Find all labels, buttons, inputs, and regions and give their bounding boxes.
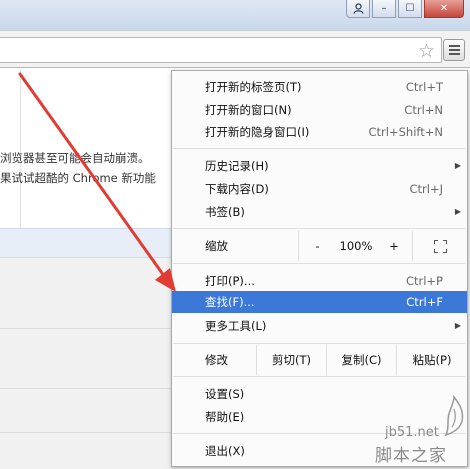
zoom-out-button[interactable]: -	[298, 231, 336, 261]
fullscreen-button[interactable]	[412, 231, 467, 261]
copy-label: 复制(C)	[341, 353, 382, 367]
page-gray-area	[0, 258, 175, 469]
menu-separator	[173, 263, 466, 264]
menu-item-new-window[interactable]: 打开新的窗口(N) Ctrl+N	[172, 99, 467, 121]
menu-item-new-tab[interactable]: 打开新的标签页(T) Ctrl+T	[172, 76, 467, 98]
minimize-icon: –	[381, 3, 387, 14]
menu-item-downloads[interactable]: 下载内容(D) Ctrl+J	[172, 178, 467, 200]
watermark-name: 脚本之家	[375, 446, 447, 466]
page-text-line: 浏览器甚至可能会自动崩溃。	[0, 151, 150, 165]
copy-button[interactable]: 复制(C)	[326, 345, 396, 375]
paste-button[interactable]: 粘贴(P)	[396, 345, 467, 375]
chrome-menu-button[interactable]	[443, 39, 465, 61]
zoom-label: 缩放	[205, 239, 228, 253]
edit-label: 修改	[205, 353, 228, 367]
submenu-arrow-icon: ▶	[454, 321, 461, 330]
maximize-icon: ☐	[405, 3, 415, 14]
paste-label: 粘贴(P)	[412, 353, 452, 367]
submenu-arrow-icon: ▶	[454, 161, 461, 170]
window-title-bar: – ☐ ✕	[0, 0, 470, 30]
menu-separator	[173, 376, 466, 377]
minimize-button[interactable]: –	[372, 0, 396, 18]
address-bar[interactable]: ☆	[0, 37, 442, 63]
menu-item-settings[interactable]: 设置(S)	[172, 383, 467, 405]
page-body-text: 浏览器甚至可能会自动崩溃。 果试试超酷的 Chrome 新功能	[0, 148, 175, 188]
menu-item-history[interactable]: 历史记录(H) ▶	[172, 155, 467, 177]
zoom-row: 缩放 - 100% +	[172, 231, 467, 261]
maximize-button[interactable]: ☐	[398, 0, 422, 18]
window-controls: – ☐ ✕	[344, 0, 464, 18]
zoom-in-button[interactable]: +	[376, 231, 412, 261]
edit-row: 修改 剪切(T) 复制(C) 粘贴(P)	[172, 345, 467, 375]
chrome-main-menu: 打开新的标签页(T) Ctrl+T 打开新的窗口(N) Ctrl+N 打开新的隐…	[171, 70, 468, 467]
menu-separator	[173, 148, 466, 149]
cut-button[interactable]: 剪切(T)	[256, 345, 326, 375]
user-profile-button[interactable]	[346, 0, 370, 18]
zoom-out-label: -	[315, 239, 320, 253]
page-text-line: 果试试超酷的 Chrome 新功能	[0, 171, 156, 185]
hamburger-icon-bar	[448, 53, 460, 55]
zoom-level-value: 100%	[339, 239, 373, 253]
watermark-logo-icon	[444, 395, 464, 437]
page-rule	[0, 328, 175, 329]
browser-toolbar: ☆	[0, 30, 470, 68]
page-section-band	[0, 228, 175, 258]
menu-item-print[interactable]: 打印(P)... Ctrl+P	[172, 270, 467, 292]
page-rule	[0, 432, 175, 433]
cut-label: 剪切(T)	[272, 353, 311, 367]
menu-item-more-tools[interactable]: 更多工具(L) ▶	[172, 315, 467, 337]
zoom-level: 100%	[336, 231, 376, 261]
hamburger-icon-bar	[448, 49, 460, 51]
zoom-in-label: +	[389, 239, 399, 253]
menu-item-find[interactable]: 查找(F)... Ctrl+F	[172, 291, 467, 313]
hamburger-icon-bar	[448, 45, 460, 47]
submenu-arrow-icon: ▶	[454, 207, 461, 216]
page-rule	[0, 388, 175, 389]
menu-separator	[173, 228, 466, 229]
bookmark-star-icon[interactable]: ☆	[418, 40, 435, 62]
menu-item-new-incognito-window[interactable]: 打开新的隐身窗口(I) Ctrl+Shift+N	[172, 121, 467, 143]
close-button[interactable]: ✕	[424, 0, 464, 18]
fullscreen-icon	[434, 240, 447, 253]
watermark-site: jb51.net	[385, 425, 439, 440]
close-icon: ✕	[439, 3, 449, 14]
user-icon	[352, 3, 364, 14]
menu-item-bookmarks[interactable]: 书签(B) ▶	[172, 201, 467, 223]
menu-separator	[173, 343, 466, 344]
